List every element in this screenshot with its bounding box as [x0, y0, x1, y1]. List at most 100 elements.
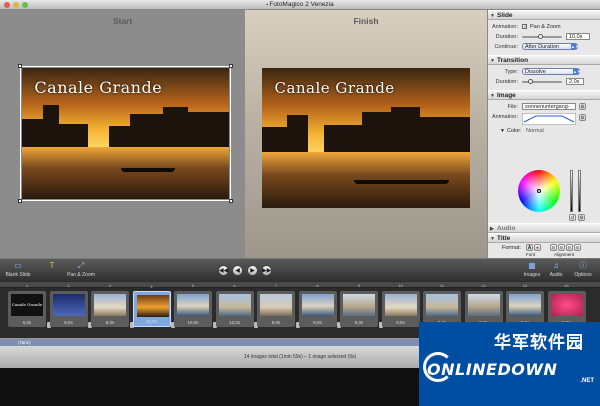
timeline-slide[interactable]: 1 Canale Grande 6,0s: [8, 283, 46, 327]
color-wheel[interactable]: [518, 170, 560, 212]
play-button[interactable]: ▶: [247, 265, 258, 276]
play-backward-button[interactable]: ◀: [232, 265, 243, 276]
continue-popup[interactable]: After Duration ▲▼: [522, 43, 579, 50]
blank-slide-icon: ▭: [14, 261, 22, 270]
slide-thumbnail[interactable]: [343, 294, 375, 316]
timeline-slide[interactable]: 7 8,0s: [257, 283, 295, 327]
start-crop-frame[interactable]: [18, 64, 233, 203]
duration-field[interactable]: 10,0s: [566, 33, 590, 40]
pan-zoom-button[interactable]: ⤢ Pan & Zoom: [66, 261, 96, 278]
crop-handle[interactable]: [229, 199, 233, 203]
brightness-slider[interactable]: [570, 170, 573, 212]
font-style-button[interactable]: A: [526, 244, 533, 251]
crop-handle[interactable]: [18, 199, 22, 203]
crop-handle[interactable]: [18, 64, 22, 68]
minimize-window-button[interactable]: [13, 2, 19, 8]
timeline-slide[interactable]: 4 10,0s: [132, 284, 171, 327]
audio-section-header[interactable]: Audio: [488, 223, 600, 234]
popup-arrow-icon: ▲▼: [573, 69, 581, 74]
animation-curve-editor[interactable]: [522, 113, 576, 125]
slide-thumbnail[interactable]: [94, 294, 126, 316]
timeline-slide[interactable]: 6 12,0s: [215, 283, 254, 327]
audio-button[interactable]: ♫ Audio: [546, 261, 566, 278]
blank-slide-button[interactable]: ▭ Blank Slide: [4, 261, 32, 278]
duration-slider-knob[interactable]: [538, 34, 543, 39]
text-icon: T: [49, 261, 55, 270]
align-right-icon[interactable]: ≡: [566, 244, 573, 251]
add-text-button[interactable]: T: [44, 261, 60, 272]
slide-duration: 8,0s: [105, 320, 115, 325]
timeline-slide[interactable]: 5 10,0s: [174, 283, 212, 327]
slide-duration: 8,0s: [271, 320, 281, 325]
watermark-cn-text: 华军软件园: [494, 333, 584, 353]
slide-number: 3: [108, 283, 112, 288]
options-icon: ⓘ: [579, 261, 587, 270]
finish-photo[interactable]: Canale Grande: [262, 68, 470, 208]
timeline-slide[interactable]: 3 8,0s: [91, 283, 129, 327]
file-field[interactable]: sonnenuntergang-: [522, 103, 576, 110]
previous-slide-button[interactable]: ◀◀: [218, 265, 229, 276]
timeline-slide[interactable]: 10 8,0s: [381, 283, 420, 327]
slide-thumbnail[interactable]: [52, 294, 85, 316]
slide-number: 6: [233, 283, 236, 288]
slide-duration: 8,0s: [64, 320, 73, 325]
slide-thumbnail[interactable]: Canale Grande: [11, 294, 43, 316]
slide-number: 7: [274, 283, 278, 288]
image-section-header[interactable]: Image: [488, 90, 600, 101]
color-wheel-handle[interactable]: [537, 189, 541, 193]
slide-thumbnail[interactable]: [467, 294, 500, 316]
start-label: Start: [112, 16, 133, 26]
slide-section-header[interactable]: Slide: [488, 10, 600, 21]
slide-thumbnail[interactable]: [177, 294, 209, 316]
slide-thumbnail[interactable]: [136, 295, 169, 317]
watermark-brand: ONLINEDOWN: [427, 360, 558, 379]
slide-number: 12: [481, 283, 486, 288]
slide-number: 4: [150, 284, 153, 289]
slide-thumbnail[interactable]: [301, 294, 334, 316]
images-icon: ▦: [528, 261, 536, 270]
slide-number: 14: [564, 283, 569, 288]
close-window-button[interactable]: [4, 2, 10, 8]
images-button[interactable]: ▦ Images: [522, 261, 542, 278]
gear-icon[interactable]: ⚙: [579, 103, 586, 110]
crop-handle[interactable]: [229, 64, 233, 68]
slide-thumbnail[interactable]: [509, 294, 541, 316]
duration-label: Duration:: [495, 34, 518, 40]
slide-number: 5: [191, 283, 195, 288]
main-toolbar: ▭ Blank Slide T ⤢ Pan & Zoom ◀◀ ◀ ▶ ▶▶ ▦ Im…: [0, 258, 600, 282]
align-center-icon[interactable]: ≡: [558, 244, 565, 251]
next-slide-button[interactable]: ▶▶: [261, 265, 272, 276]
timeline-slide[interactable]: 2 8,0s: [49, 283, 88, 327]
start-pane[interactable]: Start Canale Grande: [0, 10, 245, 258]
slide-number: 1: [25, 283, 29, 288]
title-section-header[interactable]: Title: [488, 233, 600, 244]
slide-thumbnail[interactable]: [426, 294, 458, 316]
align-left-icon[interactable]: ≡: [550, 244, 557, 251]
slide-number: 10: [398, 283, 403, 288]
timeline-slide[interactable]: 9 8,0s: [340, 283, 378, 327]
slide-thumbnail[interactable]: [550, 294, 583, 316]
options-button[interactable]: ⓘ Options: [570, 261, 596, 278]
status-summary: 14 images total (1min 59s) – 1 image sel…: [243, 354, 357, 360]
gear-icon[interactable]: ⚙: [579, 114, 586, 121]
transition-duration-knob[interactable]: [528, 79, 533, 84]
align-justify-icon[interactable]: ≡: [574, 244, 581, 251]
slide-thumbnail[interactable]: [384, 294, 417, 316]
transition-type-popup[interactable]: Dissolve ▲▼: [522, 68, 581, 75]
gear-icon[interactable]: ⚙: [578, 214, 585, 221]
transition-section-header[interactable]: Transition: [488, 55, 600, 66]
font-color-button[interactable]: ●: [534, 244, 541, 251]
pan-zoom-checkbox[interactable]: ✓: [522, 24, 527, 30]
color-mode-value[interactable]: Normal: [526, 128, 544, 134]
color-disclosure-icon[interactable]: ▼: [500, 128, 505, 134]
slide-thumbnail[interactable]: [218, 294, 251, 316]
contrast-slider[interactable]: [578, 170, 581, 212]
transition-duration-field[interactable]: 2,0s: [566, 78, 584, 85]
timeline-slide[interactable]: 8 8,0s: [298, 283, 337, 327]
font-label: Font: [526, 252, 536, 257]
continue-label: Continue:: [494, 44, 518, 50]
zoom-window-button[interactable]: [22, 2, 28, 8]
slide-thumbnail[interactable]: [260, 294, 292, 316]
reset-icon[interactable]: ↺: [569, 214, 576, 221]
finish-pane[interactable]: Finish Canale Grande: [245, 10, 487, 258]
